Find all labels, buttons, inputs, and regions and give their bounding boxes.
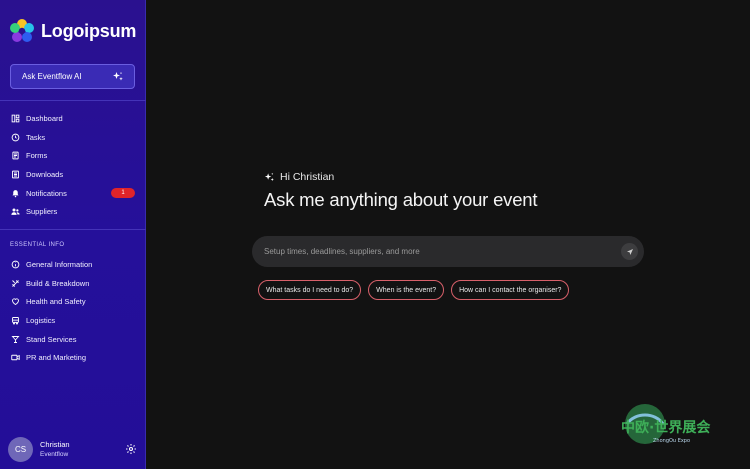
suggestion-chip[interactable]: When is the event? (368, 280, 445, 300)
main-content: Hi Christian Ask me anything about your … (146, 0, 750, 469)
nav-label: Dashboard (26, 113, 63, 123)
nav-item-pr-marketing[interactable]: PR and Marketing (0, 348, 146, 367)
nav-label: Logistics (26, 315, 56, 325)
nav-item-build-breakdown[interactable]: Build & Breakdown (0, 274, 146, 293)
dashboard-icon (11, 114, 20, 123)
sidebar-divider (0, 229, 146, 230)
user-profile[interactable]: CS Christian Eventflow (8, 436, 138, 462)
nav-label: Health and Safety (26, 297, 86, 307)
gear-icon[interactable] (125, 443, 137, 455)
clock-icon (11, 133, 20, 141)
nav-label: Tasks (26, 132, 46, 142)
bell-icon (12, 189, 19, 197)
nav-label: PR and Marketing (26, 353, 87, 363)
sidebar: Logoipsum Ask Eventflow AI Dashboard Tas… (0, 0, 146, 469)
nav-item-stand-services[interactable]: Stand Services (0, 330, 146, 349)
nav-label: Notifications (26, 188, 67, 198)
page-headline: Ask me anything about your event (264, 189, 538, 210)
brand-name: Logoipsum (41, 20, 137, 41)
cocktail-icon (11, 335, 20, 343)
profile-text: Christian Eventflow (40, 440, 70, 458)
suggestion-chips: What tasks do I need to do? When is the … (258, 280, 570, 300)
logo-flower-icon (10, 19, 34, 42)
brand-logo[interactable]: Logoipsum (10, 19, 136, 43)
heart-icon (12, 298, 19, 306)
watermark-subtext: ZhongOu Expo (653, 438, 690, 444)
section-title-essential-info: ESSENTIAL INFO (10, 242, 65, 248)
send-icon (626, 248, 633, 255)
truck-icon (12, 316, 19, 325)
greeting-text: Hi Christian (280, 171, 335, 183)
ask-button-label: Ask Eventflow AI (22, 72, 82, 81)
suggestion-chip[interactable]: How can I contact the organiser? (451, 280, 570, 300)
nav-item-suppliers[interactable]: Suppliers (0, 202, 146, 221)
sparkle-icon (264, 172, 274, 181)
avatar[interactable]: CS (8, 436, 33, 462)
profile-name: Christian (40, 440, 70, 449)
downloads-icon (12, 170, 19, 179)
ask-eventflow-ai-button[interactable]: Ask Eventflow AI (10, 64, 135, 89)
tools-icon (12, 279, 19, 287)
nav-item-notifications[interactable]: Notifications 1 (0, 184, 146, 203)
video-icon (11, 355, 20, 361)
nav-item-general-information[interactable]: General Information (0, 255, 146, 274)
nav-label: Downloads (26, 169, 64, 179)
sparkle-icon (113, 71, 123, 80)
essential-nav: General Information Build & Breakdown He… (0, 255, 146, 367)
sidebar-divider (0, 100, 146, 101)
forms-icon (12, 151, 19, 160)
nav-label: Stand Services (26, 334, 77, 344)
watermark-logo: 中欧·世界展会 ZhongOu Expo (621, 404, 711, 444)
send-button[interactable] (621, 243, 638, 260)
suggestion-chip[interactable]: What tasks do I need to do? (258, 280, 362, 300)
nav-label: General Information (26, 259, 93, 269)
prompt-input[interactable] (264, 247, 604, 256)
greeting: Hi Christian (264, 171, 334, 183)
nav-label: Build & Breakdown (26, 278, 90, 288)
info-icon (11, 260, 20, 269)
nav-item-downloads[interactable]: Downloads (0, 165, 146, 184)
profile-org: Eventflow (40, 451, 69, 458)
nav-label: Suppliers (26, 207, 58, 217)
nav-item-tasks[interactable]: Tasks (0, 128, 146, 147)
nav-item-logistics[interactable]: Logistics (0, 311, 146, 330)
nav-item-forms[interactable]: Forms (0, 146, 146, 165)
primary-nav: Dashboard Tasks Forms Downloads Notifica… (0, 109, 146, 221)
users-icon (11, 208, 20, 216)
nav-label: Forms (26, 151, 48, 161)
watermark-text: 中欧·世界展会 (621, 419, 711, 436)
prompt-box[interactable] (252, 236, 644, 267)
notification-count-badge: 1 (111, 188, 135, 199)
nav-item-health-safety[interactable]: Health and Safety (0, 292, 146, 311)
nav-item-dashboard[interactable]: Dashboard (0, 109, 146, 128)
